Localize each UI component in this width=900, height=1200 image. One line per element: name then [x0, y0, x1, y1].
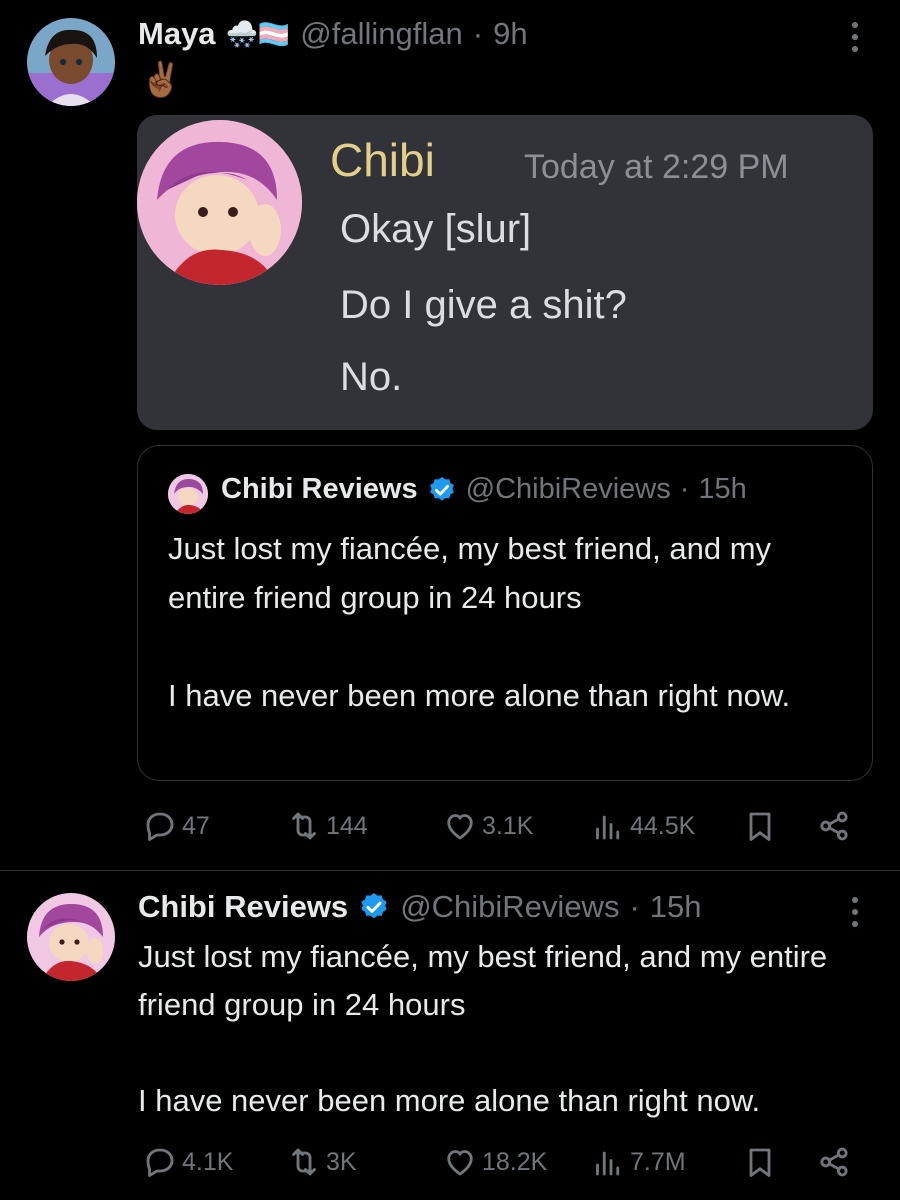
tweet-text: ✌🏾 [140, 61, 183, 99]
quoted-text-paragraph: Just lost my fiancée, my best friend, an… [168, 531, 772, 615]
quoted-text-paragraph: I have never been more alone than right … [168, 678, 791, 713]
repost-icon [292, 1148, 316, 1176]
reply-count: 4.1K [182, 1147, 234, 1176]
like-count: 18.2K [482, 1147, 548, 1176]
share-icon [820, 1147, 848, 1177]
separator-dot: · [679, 473, 690, 505]
bookmark-icon [749, 812, 771, 841]
quoted-avatar [168, 474, 208, 514]
like-icon [447, 1150, 473, 1176]
repost-button[interactable]: 3K [286, 1144, 357, 1180]
reply-button[interactable]: 47 [142, 808, 210, 844]
chat-username: Chibi [330, 134, 435, 186]
quoted-handle[interactable]: @ChibiReviews [466, 473, 671, 506]
share-icon [820, 811, 848, 841]
display-name[interactable]: Chibi Reviews [138, 889, 348, 925]
quoted-timestamp[interactable]: 15h [698, 473, 746, 506]
tweet-header: Maya 🌨️🏳️‍⚧️ @fallingflan · 9h [138, 16, 528, 52]
separator-dot: · [629, 889, 640, 924]
repost-button[interactable]: 144 [286, 808, 368, 844]
quoted-header: Chibi Reviews @ChibiReviews · 15h [221, 473, 747, 506]
views-icon [596, 1151, 620, 1176]
reply-icon [146, 812, 174, 841]
chat-message-line: Do I give a shit? [340, 283, 627, 327]
views-button[interactable]: 44.5K [590, 808, 695, 844]
bookmark-button[interactable] [742, 808, 778, 844]
like-button[interactable]: 3.1K [442, 808, 533, 844]
tweet-chibi-reviews[interactable]: Chibi Reviews @ChibiReviews · 15h Just l… [0, 871, 900, 1200]
like-button[interactable]: 18.2K [442, 1144, 547, 1180]
verified-icon [429, 476, 454, 501]
handle[interactable]: @ChibiReviews [400, 889, 619, 925]
reply-count: 47 [182, 811, 210, 840]
handle[interactable]: @fallingflan [300, 16, 462, 52]
name-emojis: 🌨️🏳️‍⚧️ [225, 18, 291, 49]
timestamp[interactable]: 9h [493, 16, 527, 52]
quoted-display-name[interactable]: Chibi Reviews [221, 473, 418, 506]
tweet-text: Just lost my fiancée, my best friend, an… [138, 933, 878, 1125]
more-icon[interactable] [848, 897, 862, 927]
repost-count: 3K [326, 1147, 357, 1176]
chat-timestamp: Today at 2:29 PM [524, 148, 789, 186]
verified-icon [361, 893, 387, 919]
avatar-chibi-reviews[interactable] [27, 893, 115, 981]
display-name[interactable]: Maya [138, 16, 216, 52]
separator-dot: · [472, 16, 484, 51]
chat-message-line: No. [340, 355, 403, 399]
avatar-maya[interactable] [27, 18, 115, 106]
chat-avatar [137, 120, 302, 285]
share-button[interactable] [816, 1144, 852, 1180]
quoted-tweet[interactable]: Chibi Reviews @ChibiReviews · 15h Just l… [137, 445, 873, 781]
action-bar: 4.1K 3K 18.2K 7.7M [138, 1144, 868, 1184]
tweet-text-paragraph: I have never been more alone than right … [138, 1083, 761, 1118]
tweet-text-paragraph: Just lost my fiancée, my best friend, an… [138, 939, 828, 1022]
tweet-maya[interactable]: Maya 🌨️🏳️‍⚧️ @fallingflan · 9h ✌🏾 Chibi … [0, 0, 900, 870]
repost-icon [292, 812, 316, 840]
reply-button[interactable]: 4.1K [142, 1144, 233, 1180]
views-button[interactable]: 7.7M [590, 1144, 686, 1180]
views-count: 44.5K [630, 811, 696, 840]
bookmark-icon [749, 1148, 771, 1177]
like-count: 3.1K [482, 811, 534, 840]
attached-image[interactable]: Chibi Today at 2:29 PM Okay [slur] Do I … [137, 115, 873, 430]
tweet-header: Chibi Reviews @ChibiReviews · 15h [138, 889, 702, 925]
reply-icon [146, 1148, 174, 1177]
more-icon[interactable] [848, 22, 862, 52]
share-button[interactable] [816, 808, 852, 844]
bookmark-button[interactable] [742, 1144, 778, 1180]
like-icon [447, 814, 473, 840]
timestamp[interactable]: 15h [650, 889, 702, 925]
repost-count: 144 [326, 811, 368, 840]
action-bar: 47 144 3.1K 44.5K [138, 808, 868, 848]
quoted-text: Just lost my fiancée, my best friend, an… [168, 524, 848, 720]
views-count: 7.7M [630, 1147, 686, 1176]
views-icon [596, 815, 620, 840]
chat-message-line: Okay [slur] [340, 207, 532, 251]
